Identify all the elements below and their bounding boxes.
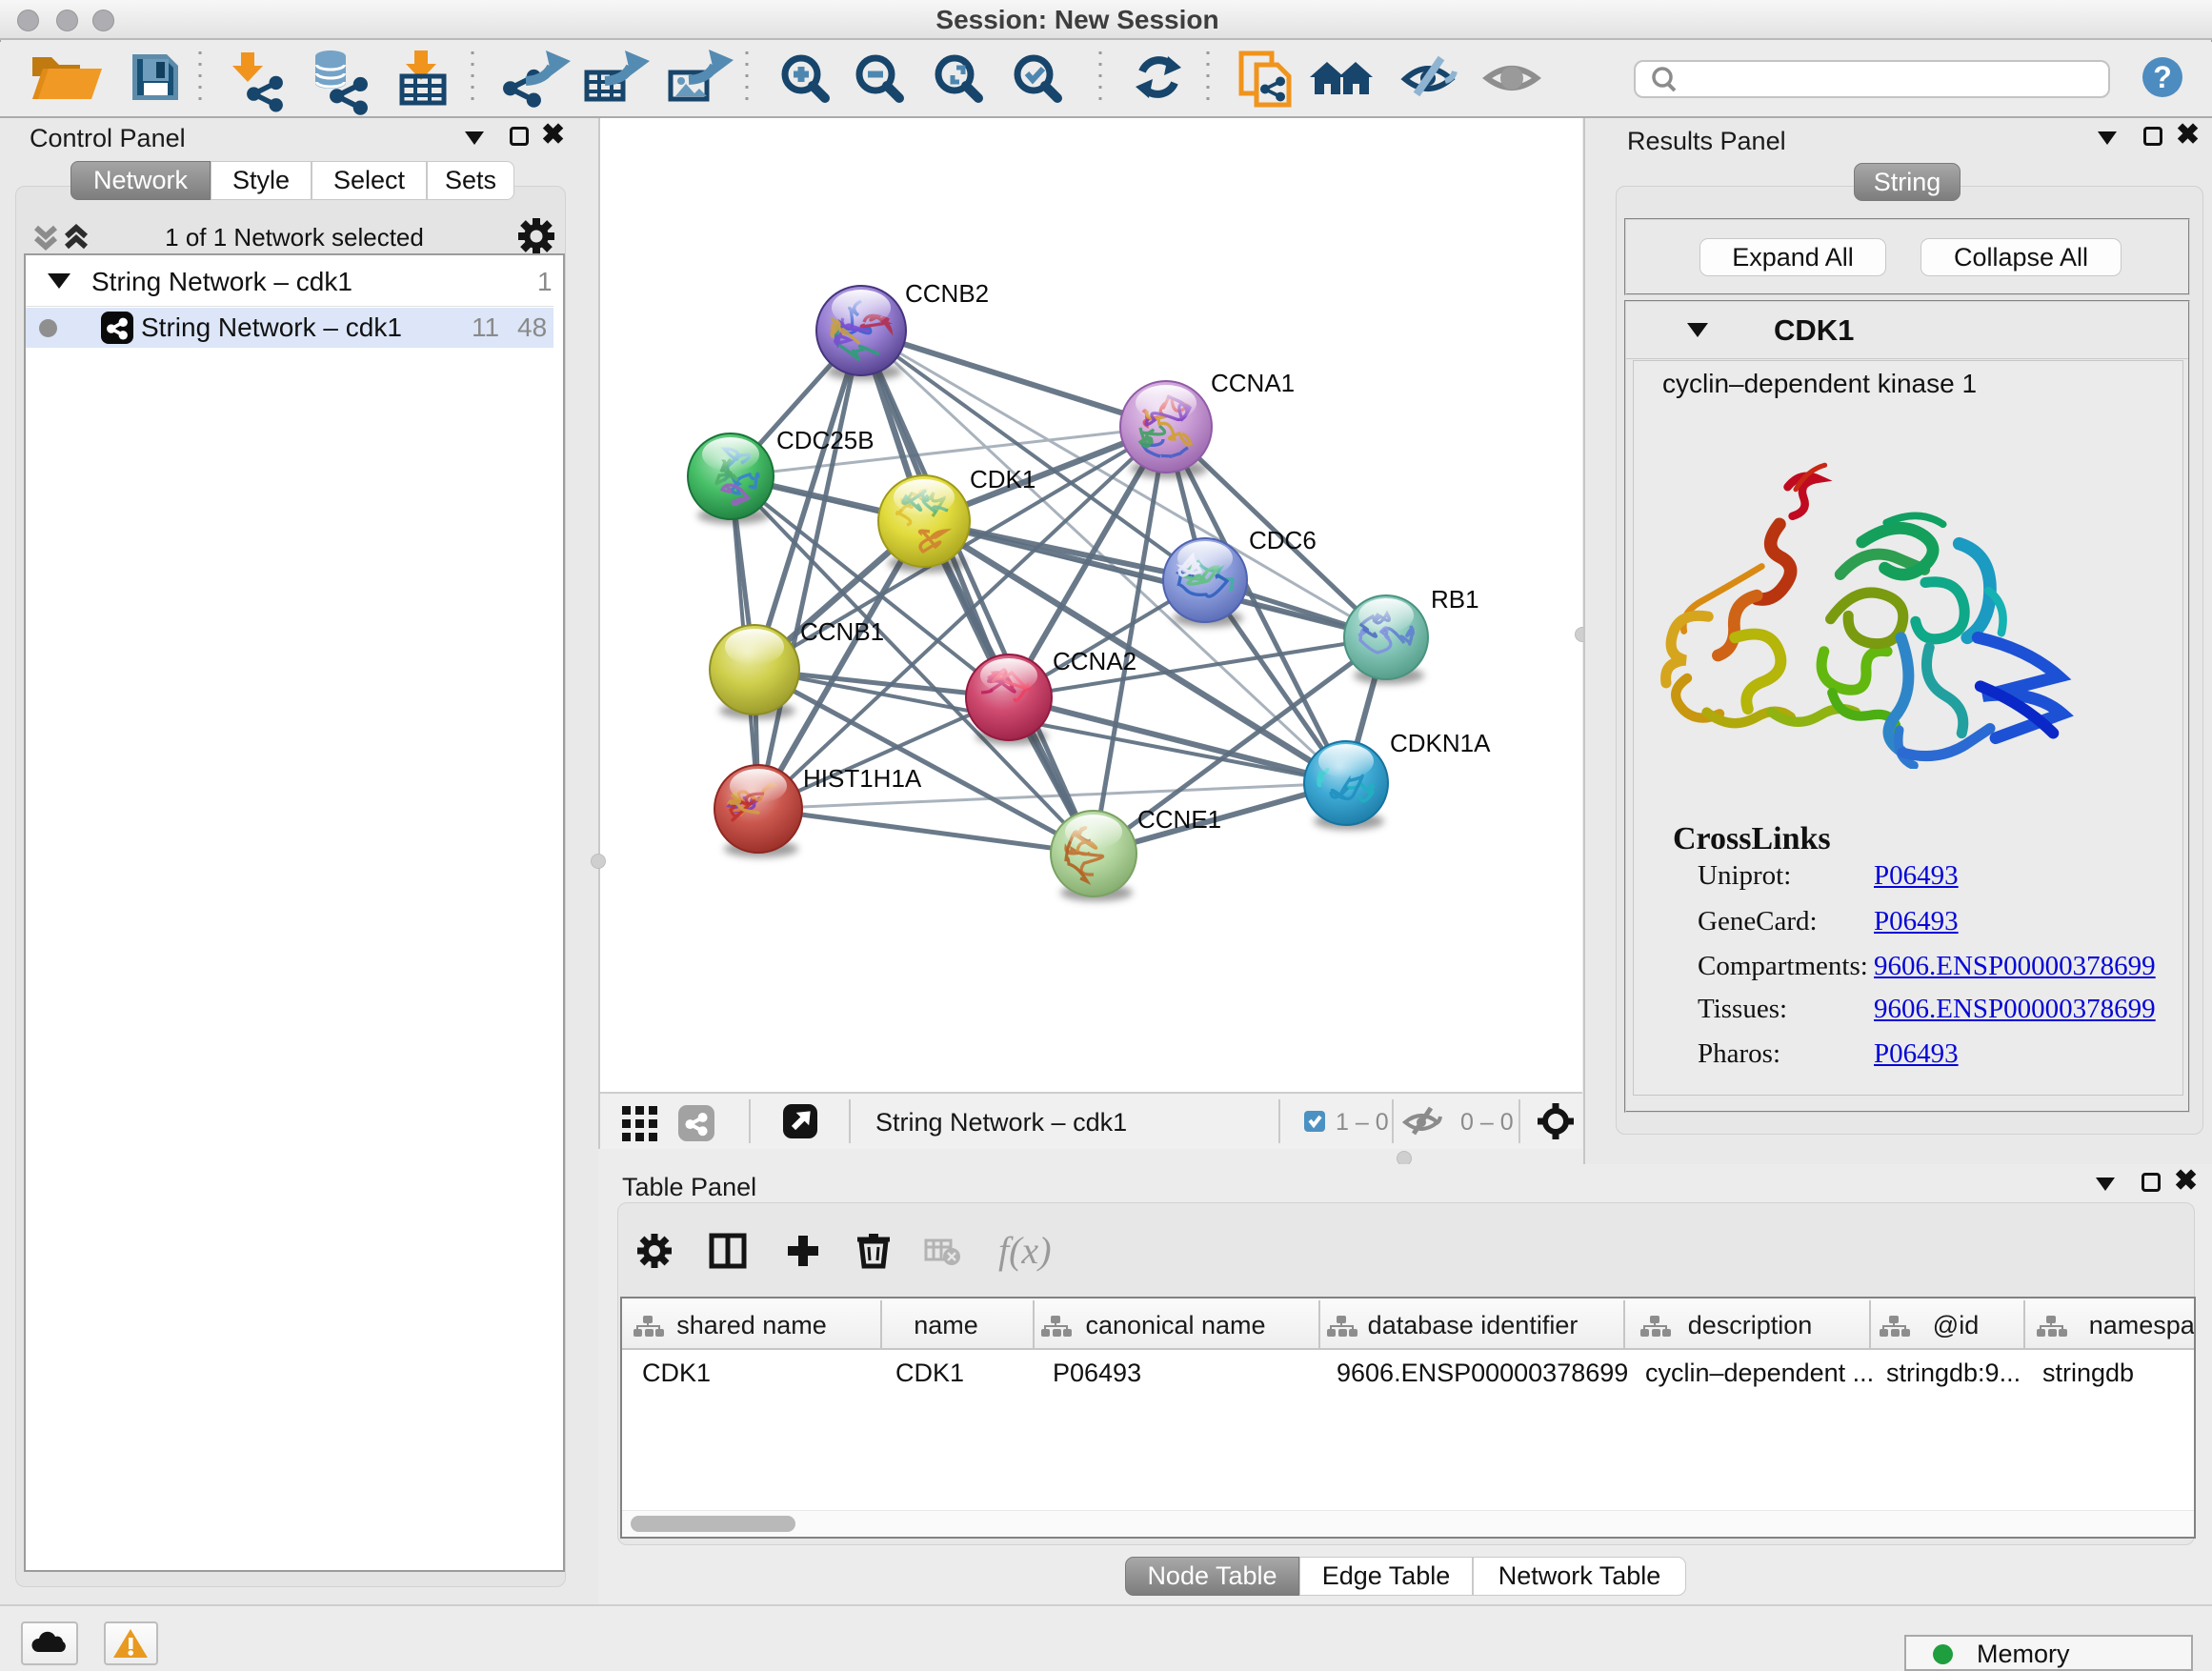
svg-text:cyclin–dependent ...: cyclin–dependent ... <box>1645 1359 1874 1387</box>
svg-text:CDK1: CDK1 <box>895 1359 964 1387</box>
svg-text:name: name <box>914 1311 978 1339</box>
svg-text:namespac: namespac <box>2089 1311 2194 1339</box>
svg-text:CDK1: CDK1 <box>970 465 1036 493</box>
svg-text:CCNA2: CCNA2 <box>1053 647 1136 675</box>
svg-text:CDC25B: CDC25B <box>776 426 875 454</box>
svg-text:P06493: P06493 <box>1053 1359 1141 1387</box>
svg-text:CCNA1: CCNA1 <box>1211 369 1295 397</box>
svg-text:String Network – cdk1: String Network – cdk1 <box>875 1108 1127 1137</box>
svg-text:9606.ENSP00000378699: 9606.ENSP00000378699 <box>1337 1359 1628 1387</box>
svg-text:?: ? <box>2153 60 2172 94</box>
svg-text:1 – 0: 1 – 0 <box>1336 1109 1389 1136</box>
svg-text:RB1: RB1 <box>1431 585 1479 614</box>
svg-text:CCNB2: CCNB2 <box>905 279 989 308</box>
svg-text:f(x): f(x) <box>998 1229 1052 1272</box>
svg-text:CCNE1: CCNE1 <box>1137 805 1221 834</box>
svg-text:0 – 0: 0 – 0 <box>1460 1109 1514 1136</box>
svg-text:HIST1H1A: HIST1H1A <box>803 764 922 793</box>
svg-text:@id: @id <box>1933 1311 1979 1339</box>
svg-text:stringdb:9...: stringdb:9... <box>1886 1359 2021 1387</box>
svg-text:CCNB1: CCNB1 <box>800 617 884 646</box>
svg-text:CDK1: CDK1 <box>642 1359 711 1387</box>
svg-text:canonical name: canonical name <box>1085 1311 1265 1339</box>
svg-text:CDC6: CDC6 <box>1249 526 1317 554</box>
svg-text:stringdb: stringdb <box>2042 1359 2134 1387</box>
svg-text:shared name: shared name <box>676 1311 827 1339</box>
svg-text:database identifier: database identifier <box>1368 1311 1579 1339</box>
svg-text:CDKN1A: CDKN1A <box>1390 729 1491 757</box>
svg-text:description: description <box>1688 1311 1813 1339</box>
